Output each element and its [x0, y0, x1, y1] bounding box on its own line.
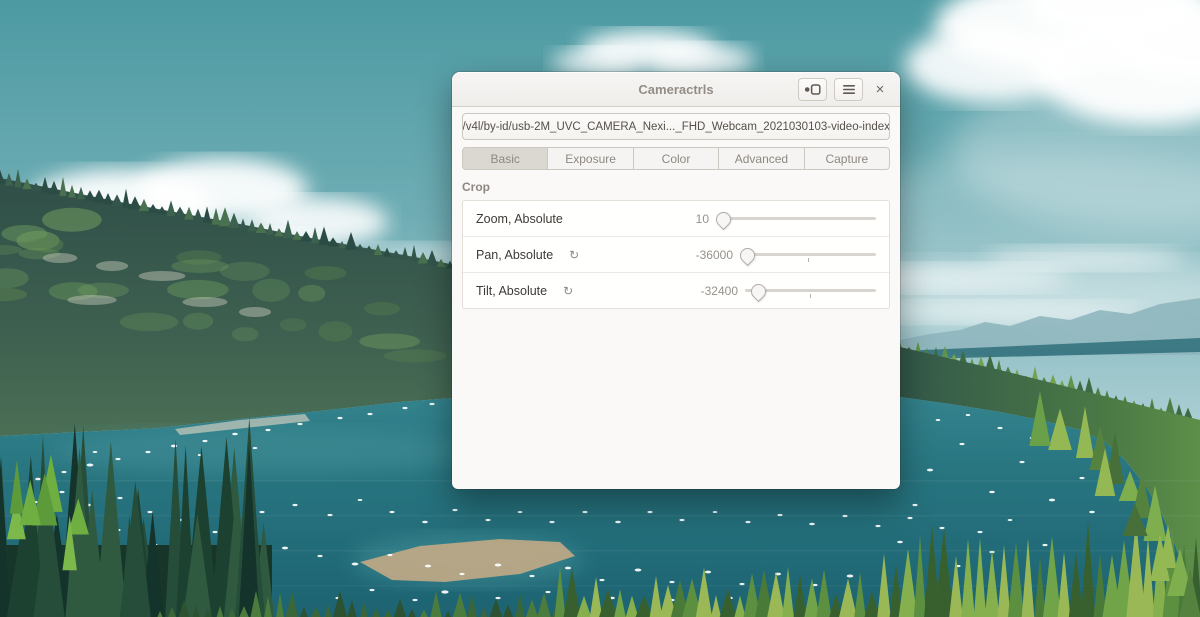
section-title-crop: Crop [462, 180, 890, 194]
control-value: -32400 [701, 284, 745, 298]
slider-handle[interactable] [713, 208, 734, 229]
control-row-tilt: Tilt, Absolute ↻ -32400 [463, 272, 889, 308]
control-value: -36000 [696, 248, 740, 262]
tab-capture[interactable]: Capture [805, 147, 890, 170]
cameractrls-window: Cameractrls × [452, 72, 900, 489]
close-icon: × [876, 82, 885, 97]
control-label: Zoom, Absolute [476, 212, 563, 226]
control-label: Pan, Absolute [476, 248, 553, 262]
reset-default-button[interactable]: ↻ [563, 285, 573, 297]
control-value: 10 [696, 212, 716, 226]
slider[interactable] [745, 280, 876, 302]
open-camera-window-button[interactable] [798, 78, 827, 101]
control-row-pan: Pan, Absolute ↻ -36000 [463, 236, 889, 272]
controls-card: Zoom, Absolute 10 Pan, Absolute ↻ -36000 Tilt… [462, 200, 890, 309]
slider-mark [808, 258, 809, 262]
menu-button[interactable] [834, 78, 863, 101]
device-selector[interactable]: /dev/v4l/by-id/usb-2M_UVC_CAMERA_Nexi...… [462, 113, 890, 140]
tab-color[interactable]: Color [634, 147, 719, 170]
control-row-zoom: Zoom, Absolute 10 [463, 201, 889, 236]
window-content: /dev/v4l/by-id/usb-2M_UVC_CAMERA_Nexi...… [452, 107, 900, 309]
desktop: Cameractrls × [0, 0, 1200, 617]
close-button[interactable]: × [870, 78, 890, 100]
camera-window-icon [804, 83, 821, 96]
slider[interactable] [716, 208, 876, 230]
tab-bar: BasicExposureColorAdvancedCapture [462, 147, 890, 170]
slider[interactable] [740, 244, 876, 266]
control-label: Tilt, Absolute [476, 284, 547, 298]
hamburger-menu-icon [842, 84, 856, 95]
tab-advanced[interactable]: Advanced [719, 147, 804, 170]
headerbar-actions: × [798, 78, 900, 101]
slider-track[interactable] [716, 217, 876, 220]
headerbar[interactable]: Cameractrls × [452, 72, 900, 107]
tab-exposure[interactable]: Exposure [548, 147, 633, 170]
device-path-label: /dev/v4l/by-id/usb-2M_UVC_CAMERA_Nexi...… [462, 121, 890, 133]
slider-track[interactable] [740, 253, 876, 256]
tab-basic[interactable]: Basic [462, 147, 548, 170]
slider-mark [810, 294, 811, 298]
slider-handle[interactable] [748, 280, 769, 301]
reset-default-button[interactable]: ↻ [569, 249, 579, 261]
slider-handle[interactable] [737, 244, 758, 265]
